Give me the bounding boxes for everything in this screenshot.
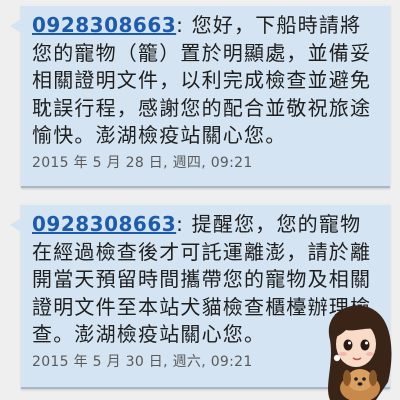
message-bubble-1[interactable]: 0928308663: 您好，下船時請將您的寵物（籠）置於明顯處，並備妥相關證明… <box>10 5 390 188</box>
puppy-head <box>347 369 373 391</box>
sender-phone-link-2[interactable]: 0928308663 <box>32 212 176 236</box>
sender-colon-1: : <box>176 13 192 37</box>
message-text-1: 0928308663: 您好，下船時請將您的寵物（籠）置於明顯處，並備妥相關證明… <box>32 12 382 150</box>
girl-with-puppy-sticker-icon <box>328 305 392 400</box>
right-eye <box>360 339 370 351</box>
left-eye <box>343 339 353 351</box>
sender-colon-2: : <box>176 212 192 236</box>
message-timestamp-1: 2015 年 5 月 28 日, 週四, 09:21 <box>32 154 253 171</box>
sender-phone-link-1[interactable]: 0928308663 <box>32 13 176 37</box>
flower-shape <box>333 354 341 362</box>
